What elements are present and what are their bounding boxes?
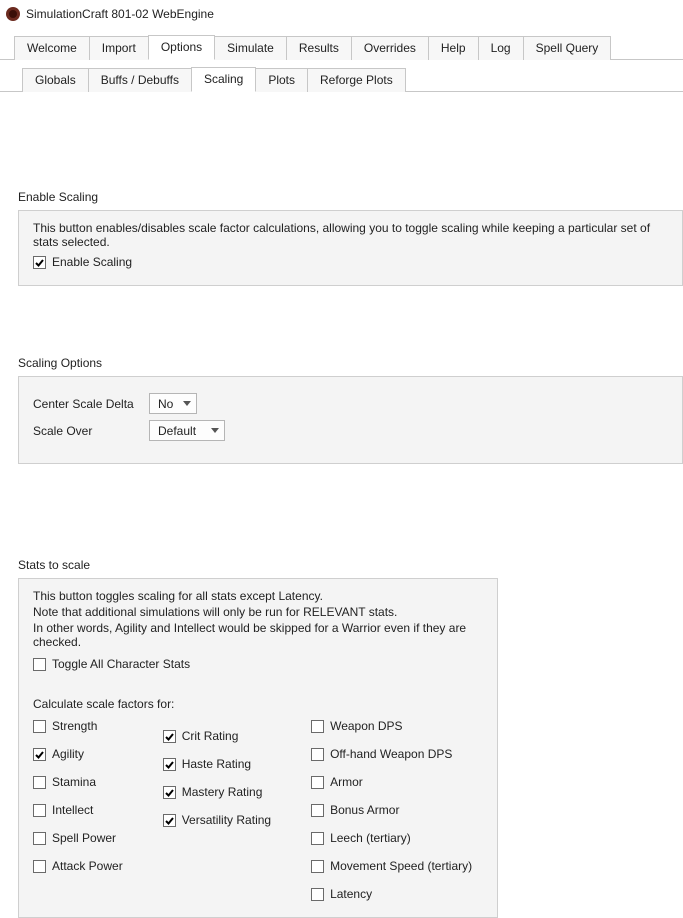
stats-desc-3: In other words, Agility and Intellect wo…	[33, 621, 483, 649]
stat-label: Haste Rating	[182, 757, 251, 771]
tab-welcome[interactable]: Welcome	[14, 36, 90, 60]
stat-checkbox-off-hand-weapon-dps[interactable]: Off-hand Weapon DPS	[311, 747, 472, 761]
stat-label: Crit Rating	[182, 729, 239, 743]
calc-heading: Calculate scale factors for:	[33, 697, 483, 711]
stat-label: Attack Power	[52, 859, 123, 873]
center-scale-delta-select[interactable]: No	[149, 393, 197, 414]
app-icon	[6, 7, 20, 21]
enable-scaling-checkbox[interactable]: Enable Scaling	[33, 255, 668, 269]
stat-label: Weapon DPS	[330, 719, 403, 733]
toggle-all-stats-label: Toggle All Character Stats	[52, 657, 190, 671]
chevron-down-icon	[211, 428, 219, 433]
tab-help[interactable]: Help	[428, 36, 479, 60]
stat-label: Off-hand Weapon DPS	[330, 747, 452, 761]
stats-col-3: Weapon DPS Off-hand Weapon DPS Armor Bonus …	[311, 719, 472, 901]
tab-overrides[interactable]: Overrides	[351, 36, 429, 60]
stat-checkbox-crit-rating[interactable]: Crit Rating	[163, 729, 271, 743]
stat-checkbox-spell-power[interactable]: Spell Power	[33, 831, 123, 845]
tab-simulate[interactable]: Simulate	[214, 36, 287, 60]
stat-label: Armor	[330, 775, 363, 789]
stat-label: Agility	[52, 747, 84, 761]
stat-label: Movement Speed (tertiary)	[330, 859, 472, 873]
stat-label: Intellect	[52, 803, 93, 817]
toggle-all-stats-checkbox[interactable]: Toggle All Character Stats	[33, 657, 483, 671]
sub-tabbar: GlobalsBuffs / DebuffsScalingPlotsReforg…	[0, 66, 683, 92]
tab-results[interactable]: Results	[286, 36, 352, 60]
stat-checkbox-agility[interactable]: Agility	[33, 747, 123, 761]
scale-over-value: Default	[158, 424, 196, 438]
tab-options[interactable]: Options	[148, 35, 215, 60]
tab-reforge-plots[interactable]: Reforge Plots	[307, 68, 406, 92]
stats-desc-1: This button toggles scaling for all stat…	[33, 589, 483, 603]
stat-label: Strength	[52, 719, 97, 733]
enable-scaling-desc: This button enables/disables scale facto…	[33, 221, 668, 249]
stats-heading: Stats to scale	[18, 558, 683, 572]
stat-label: Latency	[330, 887, 372, 901]
enable-scaling-checkbox-label: Enable Scaling	[52, 255, 132, 269]
stat-checkbox-leech-tertiary-[interactable]: Leech (tertiary)	[311, 831, 472, 845]
tab-buffs-debuffs[interactable]: Buffs / Debuffs	[88, 68, 192, 92]
stat-checkbox-haste-rating[interactable]: Haste Rating	[163, 757, 271, 771]
chevron-down-icon	[183, 401, 191, 406]
stat-label: Versatility Rating	[182, 813, 271, 827]
stat-checkbox-intellect[interactable]: Intellect	[33, 803, 123, 817]
stat-checkbox-movement-speed-tertiary-[interactable]: Movement Speed (tertiary)	[311, 859, 472, 873]
stat-checkbox-mastery-rating[interactable]: Mastery Rating	[163, 785, 271, 799]
tab-globals[interactable]: Globals	[22, 68, 89, 92]
window-titlebar: SimulationCraft 801-02 WebEngine	[0, 0, 683, 28]
stats-col-1: Strength Agility Stamina Intellect Spell Pow…	[33, 719, 123, 901]
tab-log[interactable]: Log	[478, 36, 524, 60]
stat-label: Leech (tertiary)	[330, 831, 411, 845]
tab-spell-query[interactable]: Spell Query	[523, 36, 612, 60]
stats-col-2: Crit Rating Haste Rating Mastery Rating Ver…	[163, 729, 271, 901]
stat-checkbox-latency[interactable]: Latency	[311, 887, 472, 901]
scaling-options-heading: Scaling Options	[18, 356, 683, 370]
center-scale-delta-value: No	[158, 397, 173, 411]
tab-import[interactable]: Import	[89, 36, 149, 60]
main-tabbar: WelcomeImportOptionsSimulateResultsOverr…	[0, 34, 683, 60]
window-title: SimulationCraft 801-02 WebEngine	[26, 7, 214, 21]
enable-scaling-heading: Enable Scaling	[18, 190, 683, 204]
scale-over-label: Scale Over	[33, 424, 139, 438]
stats-desc-2: Note that additional simulations will on…	[33, 605, 483, 619]
stat-checkbox-strength[interactable]: Strength	[33, 719, 123, 733]
stat-checkbox-attack-power[interactable]: Attack Power	[33, 859, 123, 873]
stat-label: Bonus Armor	[330, 803, 399, 817]
scaling-options-group: Center Scale Delta No Scale Over Default	[18, 376, 683, 464]
stat-checkbox-versatility-rating[interactable]: Versatility Rating	[163, 813, 271, 827]
stats-group: This button toggles scaling for all stat…	[18, 578, 498, 918]
tab-plots[interactable]: Plots	[255, 68, 308, 92]
stat-label: Spell Power	[52, 831, 116, 845]
stat-label: Stamina	[52, 775, 96, 789]
center-scale-delta-label: Center Scale Delta	[33, 397, 139, 411]
stat-checkbox-stamina[interactable]: Stamina	[33, 775, 123, 789]
tab-scaling[interactable]: Scaling	[191, 67, 256, 92]
stat-checkbox-weapon-dps[interactable]: Weapon DPS	[311, 719, 472, 733]
stat-label: Mastery Rating	[182, 785, 263, 799]
stat-checkbox-armor[interactable]: Armor	[311, 775, 472, 789]
stat-checkbox-bonus-armor[interactable]: Bonus Armor	[311, 803, 472, 817]
enable-scaling-group: This button enables/disables scale facto…	[18, 210, 683, 286]
scale-over-select[interactable]: Default	[149, 420, 225, 441]
